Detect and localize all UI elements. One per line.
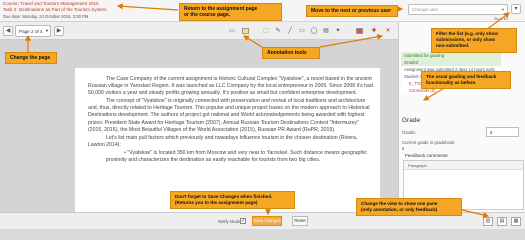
arrow-annotation-1 — [242, 35, 263, 48]
callout-change-page: Change the page — [5, 52, 57, 65]
callout-grading: The usual grading and feedback functiona… — [421, 71, 511, 90]
callout-next-user: Move to the next or previous user — [306, 5, 398, 18]
arrow-annotation-2 — [319, 33, 384, 48]
callout-annotation-tools: Annotation tools — [262, 47, 320, 60]
arrow-return — [116, 3, 179, 11]
callout-save: Don't forget to Save Changes when finish… — [170, 191, 295, 210]
callout-view: Change the view to show one pane (only a… — [356, 198, 462, 217]
callout-return: Return to the assignment page or the cou… — [179, 3, 282, 22]
callout-filter: Filter the list (e.g. only show submissi… — [431, 28, 517, 53]
arrow-view — [461, 209, 490, 218]
